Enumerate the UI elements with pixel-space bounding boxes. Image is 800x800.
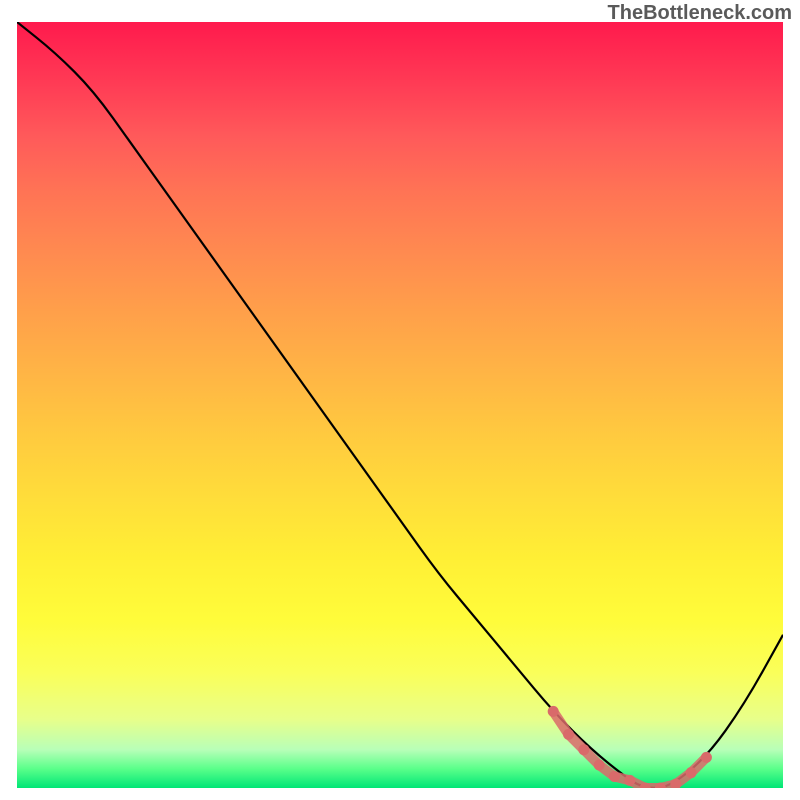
highlight-dot (609, 771, 620, 782)
highlight-dot (624, 775, 635, 786)
highlight-dot (563, 729, 574, 740)
chart-svg (17, 22, 783, 788)
highlight-dot (686, 767, 697, 778)
highlight-dot (578, 744, 589, 755)
highlight-markers (548, 706, 712, 788)
highlight-dot (548, 706, 559, 717)
main-curve (17, 22, 783, 788)
highlight-dot (701, 752, 712, 763)
highlight-dot (594, 760, 605, 771)
watermark-text: TheBottleneck.com (608, 2, 792, 25)
chart-container: TheBottleneck.com (0, 0, 800, 800)
